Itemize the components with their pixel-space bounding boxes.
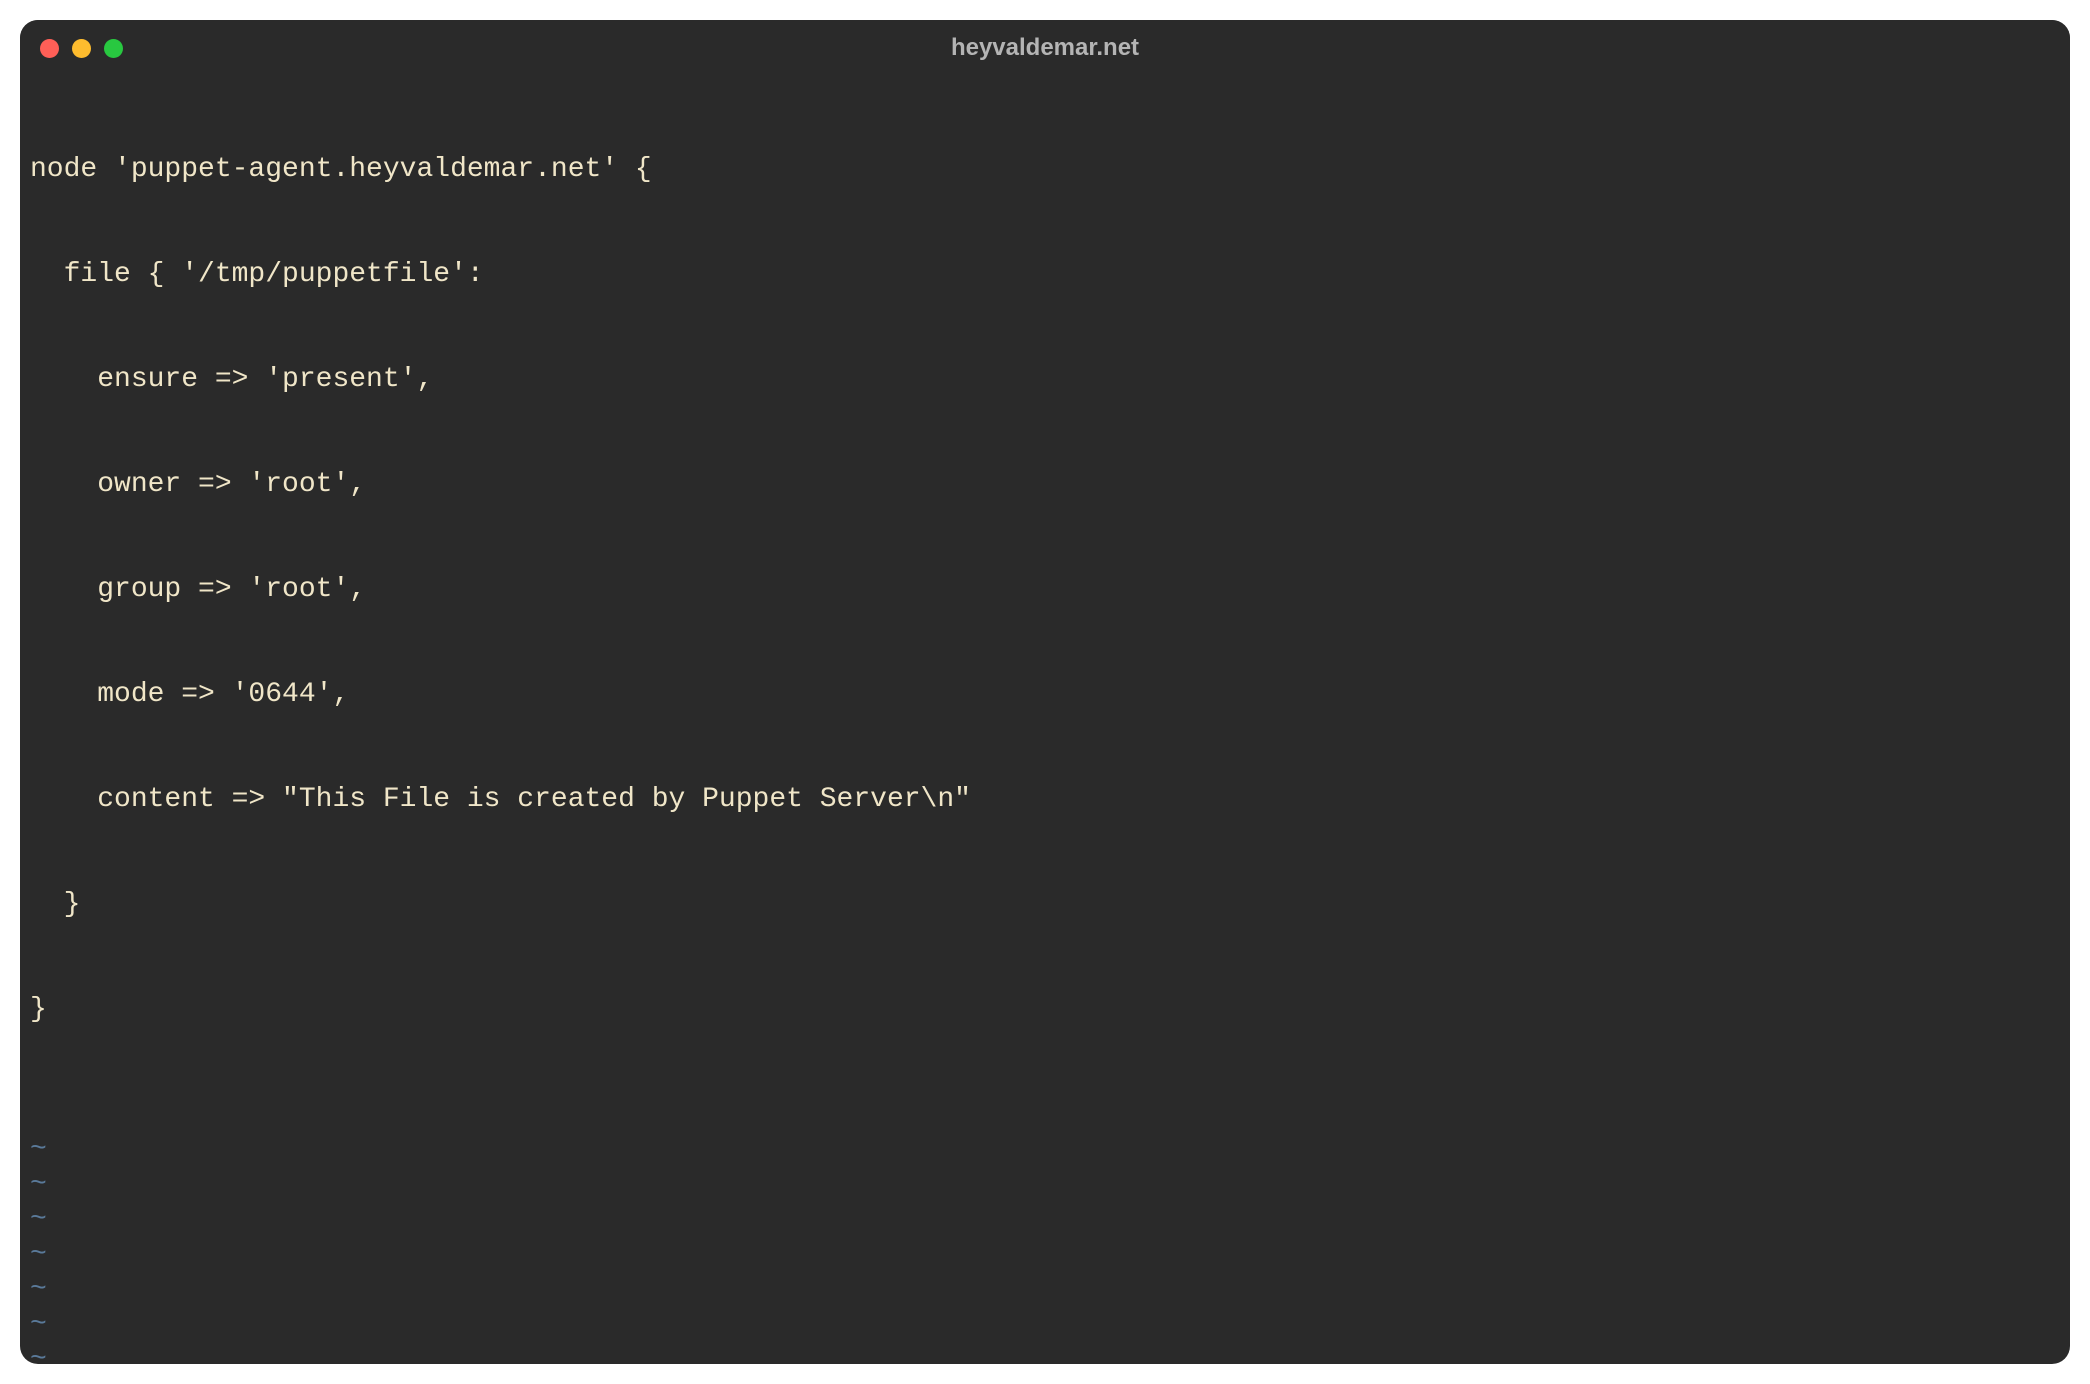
traffic-lights	[40, 39, 123, 58]
window-title: heyvaldemar.net	[951, 34, 1139, 62]
tilde-line: ~	[30, 1342, 2060, 1364]
tilde-line: ~	[30, 1272, 2060, 1307]
code-line: file { '/tmp/puppetfile':	[30, 257, 2060, 292]
tilde-line: ~	[30, 1132, 2060, 1167]
tilde-line: ~	[30, 1167, 2060, 1202]
code-line: }	[30, 992, 2060, 1027]
titlebar: heyvaldemar.net	[20, 20, 2070, 76]
editor-content: node 'puppet-agent.heyvaldemar.net' { fi…	[30, 82, 2060, 1097]
code-line: ensure => 'present',	[30, 362, 2060, 397]
minimize-button[interactable]	[72, 39, 91, 58]
code-line: owner => 'root',	[30, 467, 2060, 502]
close-button[interactable]	[40, 39, 59, 58]
maximize-button[interactable]	[104, 39, 123, 58]
tilde-line: ~	[30, 1202, 2060, 1237]
tilde-line: ~	[30, 1307, 2060, 1342]
code-line: node 'puppet-agent.heyvaldemar.net' {	[30, 152, 2060, 187]
code-line: group => 'root',	[30, 572, 2060, 607]
code-line: content => "This File is created by Pupp…	[30, 782, 2060, 817]
terminal-body[interactable]: node 'puppet-agent.heyvaldemar.net' { fi…	[20, 76, 2070, 1364]
blank-line	[30, 1097, 2060, 1132]
tilde-line: ~	[30, 1237, 2060, 1272]
terminal-window: heyvaldemar.net node 'puppet-agent.heyva…	[20, 20, 2070, 1364]
code-line: }	[30, 887, 2060, 922]
empty-buffer-lines: ~~~~~~~~~~~~~~~~~~~~~~	[30, 1132, 2060, 1364]
code-line: mode => '0644',	[30, 677, 2060, 712]
